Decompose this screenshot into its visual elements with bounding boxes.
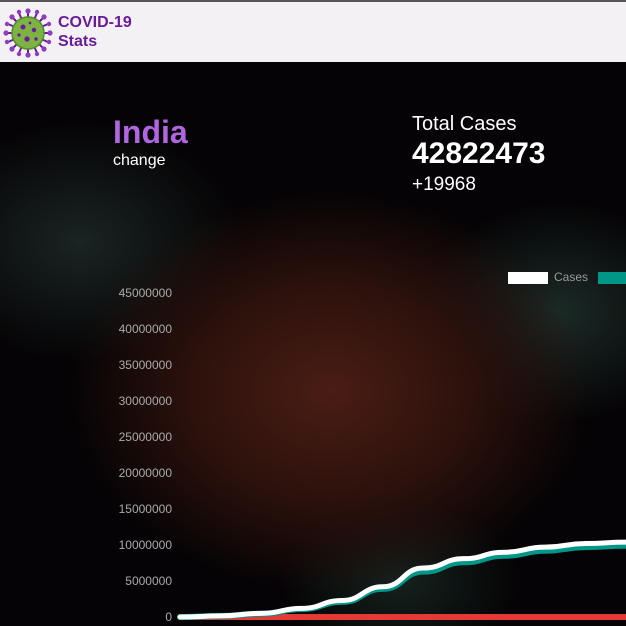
y-tick-label: 30000000 bbox=[119, 394, 173, 408]
legend-label-cases[interactable]: Cases bbox=[554, 270, 588, 284]
y-tick-label: 40000000 bbox=[119, 322, 173, 336]
y-tick-label: 5000000 bbox=[125, 574, 172, 588]
legend-swatch-cases[interactable] bbox=[508, 272, 548, 284]
y-tick-label: 20000000 bbox=[119, 466, 173, 480]
y-tick-label: 15000000 bbox=[119, 502, 173, 516]
y-tick-label: 45000000 bbox=[119, 286, 173, 300]
series-line-0 bbox=[177, 539, 626, 620]
y-tick-label: 0 bbox=[165, 610, 172, 624]
legend-swatch-series-2[interactable] bbox=[598, 272, 626, 284]
y-tick-label: 35000000 bbox=[119, 358, 173, 372]
y-tick-label: 10000000 bbox=[119, 538, 173, 552]
series-line-1 bbox=[177, 542, 626, 620]
cases-line-chart: 0 5000000 10000000 15000000 20000000 25000000… bbox=[119, 270, 626, 624]
y-tick-label: 25000000 bbox=[119, 430, 173, 444]
